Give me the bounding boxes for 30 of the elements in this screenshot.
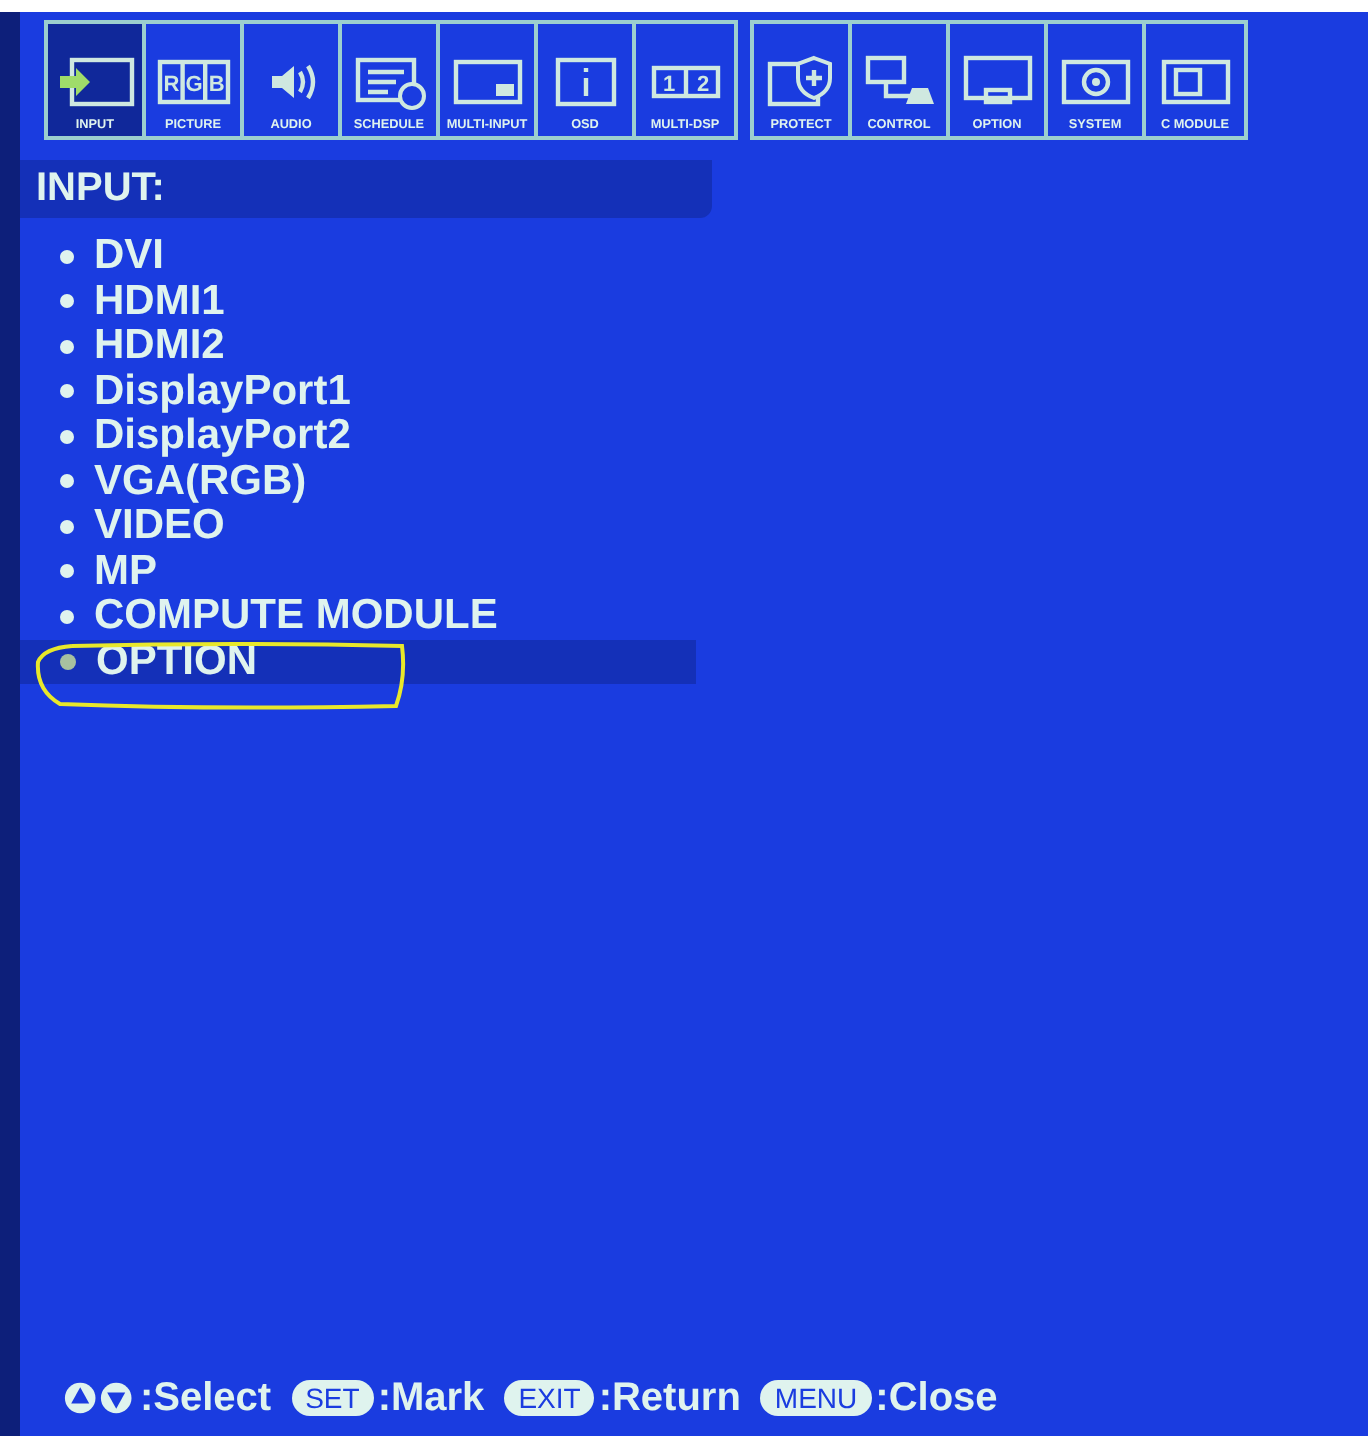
menu-item[interactable]: HDMI1 [20,279,696,324]
menu-item[interactable]: VGA(RGB) [20,459,696,504]
bullet-icon [60,384,74,399]
menu-item[interactable]: DisplayPort1 [20,369,696,414]
hint-text: :Close [875,1375,998,1421]
key-label: SET [291,1380,374,1416]
bullet-icon [60,294,74,309]
bullet-icon [60,653,76,670]
bullet-icon [60,564,74,579]
bullet-icon [60,474,74,489]
menu-item[interactable]: VIDEO [20,504,696,549]
bullet-icon [60,249,74,264]
menu-item[interactable]: COMPUTE MODULE [20,594,696,639]
bullet-icon [60,519,74,534]
key-label: MENU [760,1380,872,1416]
hint-text: :Return [598,1375,741,1421]
bullet-icon [60,429,74,444]
menu-item[interactable]: DVI [20,234,696,279]
menu-item[interactable]: HDMI2 [20,324,696,369]
menu-item[interactable]: MP [20,549,696,594]
menu-item[interactable]: OPTION [20,639,696,684]
menu-title: INPUT: [20,160,712,218]
bullet-icon [60,339,74,354]
up-down-arrows-icon [64,1380,136,1416]
input-icon [55,52,135,112]
hint-text: :Select [140,1375,272,1421]
hint-text: :Mark [377,1375,485,1421]
key-label: EXIT [504,1380,595,1416]
bullet-icon [60,609,74,624]
menu-item[interactable]: DisplayPort2 [20,414,696,459]
